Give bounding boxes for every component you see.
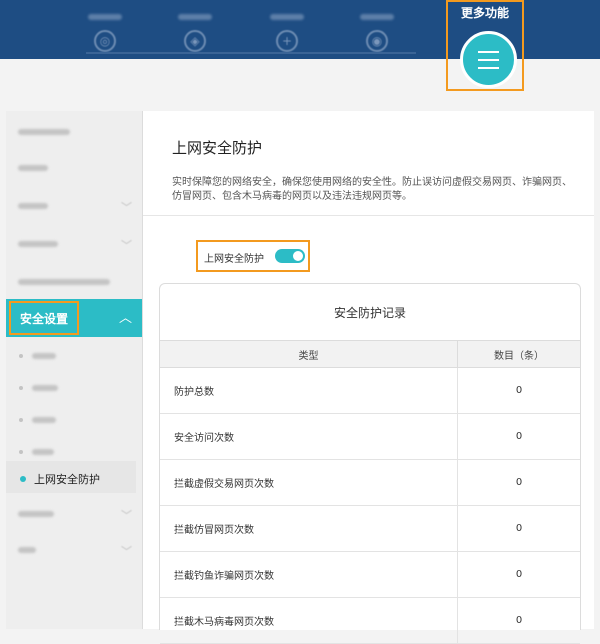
divider <box>143 215 594 216</box>
bullet-icon <box>19 354 23 358</box>
table-row: 拦截木马病毒网页次数 0 <box>160 597 580 644</box>
sidebar-item-label-blurred <box>18 279 110 285</box>
sidebar-subitem-label-blurred <box>32 353 56 359</box>
security-settings-highlight <box>9 301 79 335</box>
toggle-knob <box>293 251 303 261</box>
table-row: 拦截仿冒网页次数 0 <box>160 505 580 552</box>
nav-item-1[interactable]: ◎ <box>70 0 140 52</box>
sidebar-item-1[interactable] <box>6 113 142 151</box>
chevron-up-icon: ︿ <box>118 311 132 326</box>
nav-label-blurred <box>88 14 122 20</box>
menu-icon-bar <box>478 51 499 53</box>
main-content: 上网安全防护 实时保障您的网络安全，确保您使用网络的安全性。防止误访问虚假交易网… <box>143 111 594 644</box>
bullet-icon <box>19 450 23 454</box>
globe-icon: ◎ <box>94 30 116 52</box>
sidebar: ﹀ ﹀ 安全设置 ︿ 上网安全防护 ﹀ ﹀ <box>6 111 143 629</box>
chevron-down-icon: ﹀ <box>121 509 132 522</box>
nav-active-underline <box>86 52 416 54</box>
sidebar-item-2[interactable] <box>6 149 142 187</box>
user-icon: ◉ <box>366 30 388 52</box>
chevron-down-icon: ﹀ <box>121 545 132 558</box>
sidebar-subitem-label-blurred <box>32 449 54 455</box>
column-header-type: 类型 <box>160 340 458 368</box>
sidebar-item-5[interactable] <box>6 263 142 301</box>
chevron-down-icon: ﹀ <box>121 201 132 214</box>
records-title: 安全防护记录 <box>333 306 406 320</box>
table-row: 拦截钓鱼诈骗网页次数 0 <box>160 551 580 598</box>
menu-icon-bar <box>478 67 499 69</box>
more-functions-button[interactable] <box>460 31 517 88</box>
row-count: 0 <box>457 597 580 644</box>
devices-icon: ◈ <box>184 30 206 52</box>
web-security-toggle-label: 上网安全防护 <box>204 254 264 265</box>
row-count: 0 <box>457 367 580 414</box>
row-count: 0 <box>457 551 580 598</box>
row-count: 0 <box>457 505 580 552</box>
column-header-count: 数目（条） <box>457 340 580 368</box>
sidebar-item-label-blurred <box>18 511 54 517</box>
sidebar-subitem-label: 上网安全防护 <box>34 473 100 486</box>
row-type: 拦截钓鱼诈骗网页次数 <box>160 551 458 598</box>
sidebar-subitem-label-blurred <box>32 385 58 391</box>
table-row: 拦截虚假交易网页次数 0 <box>160 459 580 506</box>
sidebar-item-label-blurred <box>18 203 48 209</box>
protection-records-table: 类型 数目（条） 防护总数 0 安全访问次数 0 拦截虚假交易网页次数 0 拦截… <box>160 340 580 644</box>
row-type: 拦截仿冒网页次数 <box>160 505 458 552</box>
more-functions-label: 更多功能 <box>460 6 509 20</box>
chevron-down-icon: ﹀ <box>121 239 132 252</box>
plus-icon: + <box>276 30 298 52</box>
menu-icon-bar <box>478 59 499 61</box>
row-type: 拦截虚假交易网页次数 <box>160 459 458 506</box>
page-description: 实时保障您的网络安全，确保您使用网络的安全性。防止误访问虚假交易网页、诈骗网页、… <box>172 177 572 202</box>
row-count: 0 <box>457 459 580 506</box>
sidebar-item-label-blurred <box>18 165 48 171</box>
table-header-row: 类型 数目（条） <box>160 340 580 368</box>
row-count: 0 <box>457 413 580 460</box>
table-row: 防护总数 0 <box>160 367 580 414</box>
nav-label-blurred <box>178 14 212 20</box>
sidebar-item-label-blurred <box>18 241 58 247</box>
sidebar-subitem-label-blurred <box>32 417 56 423</box>
row-type: 安全访问次数 <box>160 413 458 460</box>
sidebar-item-4[interactable]: ﹀ <box>6 225 142 263</box>
sidebar-item-7[interactable]: ﹀ <box>6 495 142 533</box>
bullet-icon <box>19 418 23 422</box>
page-title: 上网安全防护 <box>172 139 263 157</box>
sidebar-subitem-web-security[interactable]: 上网安全防护 <box>6 461 136 493</box>
row-type: 拦截木马病毒网页次数 <box>160 597 458 644</box>
nav-item-2[interactable]: ◈ <box>160 0 230 52</box>
sidebar-item-8[interactable]: ﹀ <box>6 531 142 569</box>
sidebar-item-label-blurred <box>18 129 70 135</box>
table-row: 安全访问次数 0 <box>160 413 580 460</box>
web-security-toggle[interactable] <box>275 249 305 263</box>
nav-item-3[interactable]: + <box>252 0 322 52</box>
nav-label-blurred <box>360 14 394 20</box>
bullet-icon <box>19 386 23 390</box>
nav-item-4[interactable]: ◉ <box>342 0 412 52</box>
sidebar-item-label-blurred <box>18 547 36 553</box>
sidebar-item-3[interactable]: ﹀ <box>6 187 142 225</box>
protection-records-card: 安全防护记录 类型 数目（条） 防护总数 0 安全访问次数 0 拦截虚假交易网页… <box>159 283 581 644</box>
nav-label-blurred <box>270 14 304 20</box>
bullet-icon <box>20 476 26 482</box>
row-type: 防护总数 <box>160 367 458 414</box>
